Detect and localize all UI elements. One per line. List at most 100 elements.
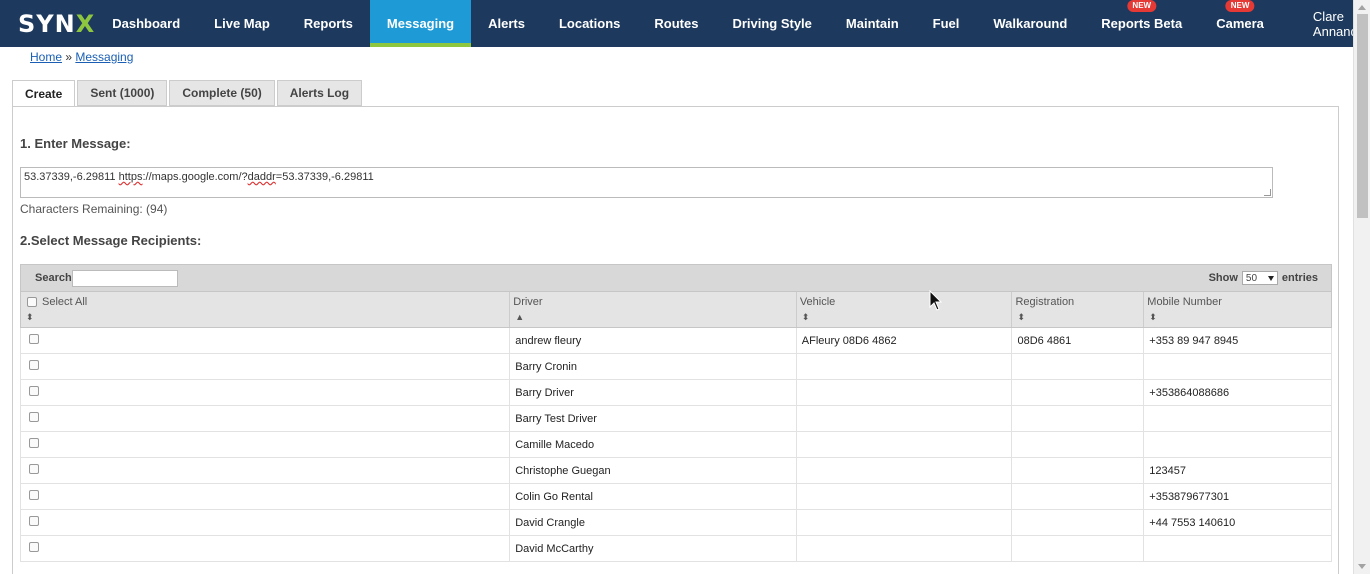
nav-item-messaging[interactable]: Messaging xyxy=(369,0,472,47)
table-row: David McCarthy xyxy=(20,536,1332,562)
nav-item-label: Driving Style xyxy=(732,16,812,31)
nav-item-camera[interactable]: Camera NEW xyxy=(1199,0,1281,47)
cell-registration xyxy=(1012,536,1145,561)
nav-item-alerts[interactable]: Alerts xyxy=(471,0,542,47)
tab-create[interactable]: Create xyxy=(12,80,76,107)
select-all-label: Select All xyxy=(42,296,88,308)
message-textarea[interactable]: 53.37339,-6.29811 https://maps.google.co… xyxy=(20,167,1273,198)
nav-item-label: Dashboard xyxy=(112,16,181,31)
cell-registration xyxy=(1012,354,1145,379)
row-select-cell xyxy=(21,458,511,483)
entries-select[interactable]: 50 xyxy=(1241,271,1278,285)
nav-item-live-map[interactable]: Live Map xyxy=(197,0,287,47)
nav-item-dashboard[interactable]: Dashboard xyxy=(95,0,197,47)
row-select-cell xyxy=(21,380,511,405)
nav-item-maintain[interactable]: Maintain xyxy=(829,0,916,47)
row-checkbox[interactable] xyxy=(29,359,39,370)
tab-alerts-log[interactable]: Alerts Log xyxy=(276,80,363,106)
table-row: Barry Driver +353864088686 xyxy=(20,380,1332,406)
tab-complete[interactable]: Complete (50) xyxy=(169,80,275,106)
cell-mobile: +353879677301 xyxy=(1149,490,1230,503)
sort-icon[interactable]: ⬍ xyxy=(1149,312,1157,323)
breadcrumb-home-link[interactable]: Home xyxy=(30,50,62,64)
row-select-cell xyxy=(21,328,511,353)
search-label: Search: xyxy=(35,272,76,284)
nav-item-driving-style[interactable]: Driving Style xyxy=(715,0,828,47)
message-text-mid: ://maps.google.com/? xyxy=(142,171,248,183)
table-row: Camille Macedo xyxy=(20,432,1332,458)
nav-item-reports-beta[interactable]: Reports Beta NEW xyxy=(1084,0,1199,47)
scroll-thumb[interactable] xyxy=(1357,14,1368,218)
row-select-cell xyxy=(21,432,511,457)
nav-item-walkaround[interactable]: Walkaround xyxy=(976,0,1084,47)
header-mobile[interactable]: Mobile Number ⬍ xyxy=(1144,292,1331,327)
header-select-all[interactable]: Select All ⬍ xyxy=(21,292,511,327)
message-text-https: https xyxy=(118,171,143,183)
select-all-checkbox[interactable] xyxy=(27,297,37,307)
nav-item-label: Walkaround xyxy=(993,16,1068,31)
nav-item-reports[interactable]: Reports xyxy=(287,0,370,47)
breadcrumb-messaging-link[interactable]: Messaging xyxy=(75,50,133,64)
header-vehicle[interactable]: Vehicle ⬍ xyxy=(797,292,1013,327)
row-checkbox[interactable] xyxy=(29,515,39,526)
row-checkbox[interactable] xyxy=(29,463,39,474)
cell-driver: David McCarthy xyxy=(510,536,797,561)
message-text-pre: 53.37339,-6.29811 xyxy=(24,171,119,183)
nav-item-label: Camera xyxy=(1216,16,1264,31)
nav-item-locations[interactable]: Locations xyxy=(542,0,637,47)
table-row: Barry Test Driver xyxy=(20,406,1332,432)
scroll-up-arrow-icon[interactable] xyxy=(1358,5,1366,10)
synx-logo[interactable]: SYN X xyxy=(0,0,95,47)
show-entries: Show 50 entries xyxy=(1209,271,1318,285)
cell-driver: andrew fleury xyxy=(510,328,797,353)
nav-item-label: Routes xyxy=(654,16,699,31)
cell-mobile: +353 89 947 8945 xyxy=(1149,334,1239,347)
scroll-down-arrow-icon[interactable] xyxy=(1358,564,1366,569)
cell-registration xyxy=(1012,406,1145,431)
row-checkbox[interactable] xyxy=(29,333,39,344)
row-select-cell xyxy=(21,536,511,561)
row-checkbox[interactable] xyxy=(29,489,39,500)
user-name: Clare Annand xyxy=(1312,8,1358,39)
tab-sent[interactable]: Sent (1000) xyxy=(77,80,168,106)
cell-mobile xyxy=(1144,432,1331,457)
sort-icon[interactable]: ⬍ xyxy=(802,312,810,323)
row-checkbox[interactable] xyxy=(29,385,39,396)
nav-item-label: Maintain xyxy=(845,16,899,31)
step2-heading: 2.Select Message Recipients: xyxy=(20,233,202,248)
breadcrumb-separator: » xyxy=(62,50,76,64)
row-select-cell xyxy=(21,354,511,379)
cell-mobile xyxy=(1144,536,1331,561)
cell-mobile xyxy=(1144,354,1331,379)
nav-item-routes[interactable]: Routes xyxy=(637,0,715,47)
sort-asc-icon[interactable]: ▲ xyxy=(515,312,524,322)
cell-vehicle xyxy=(797,380,1013,405)
cell-registration xyxy=(1012,458,1145,483)
sort-icon[interactable]: ⬍ xyxy=(1017,312,1025,323)
top-navbar: SYN X Dashboard Live Map Reports Messaging Al… xyxy=(0,0,1370,47)
row-checkbox[interactable] xyxy=(29,437,39,448)
row-select-cell xyxy=(21,484,511,509)
recipients-table: Select All ⬍ Driver ▲ Vehicle ⬍ Registra… xyxy=(20,292,1332,562)
header-driver[interactable]: Driver ▲ xyxy=(510,292,797,327)
search-input[interactable] xyxy=(72,270,178,287)
cell-registration xyxy=(1012,380,1145,405)
new-badge: NEW xyxy=(1225,0,1255,12)
header-registration[interactable]: Registration ⬍ xyxy=(1012,292,1145,327)
row-checkbox[interactable] xyxy=(29,411,39,422)
resize-handle-icon[interactable] xyxy=(1264,189,1271,196)
table-row: David Crangle +44 7553 140610 xyxy=(20,510,1332,536)
table-body: andrew fleury AFleury 08D6 4862 08D6 4861 +… xyxy=(20,328,1332,562)
cell-mobile: +44 7553 140610 xyxy=(1149,516,1236,529)
vertical-scrollbar[interactable] xyxy=(1353,0,1370,574)
cell-registration xyxy=(1012,510,1145,535)
nav-item-fuel[interactable]: Fuel xyxy=(916,0,977,47)
cell-mobile: +353864088686 xyxy=(1149,386,1230,399)
row-checkbox[interactable] xyxy=(29,541,39,552)
sort-icon[interactable]: ⬍ xyxy=(26,312,34,323)
breadcrumb: Home » Messaging xyxy=(30,50,133,64)
cell-registration: 08D6 4861 xyxy=(1012,328,1145,353)
table-row: Barry Cronin xyxy=(20,354,1332,380)
cell-mobile: 123457 xyxy=(1149,464,1186,477)
show-label: Show xyxy=(1208,272,1238,284)
